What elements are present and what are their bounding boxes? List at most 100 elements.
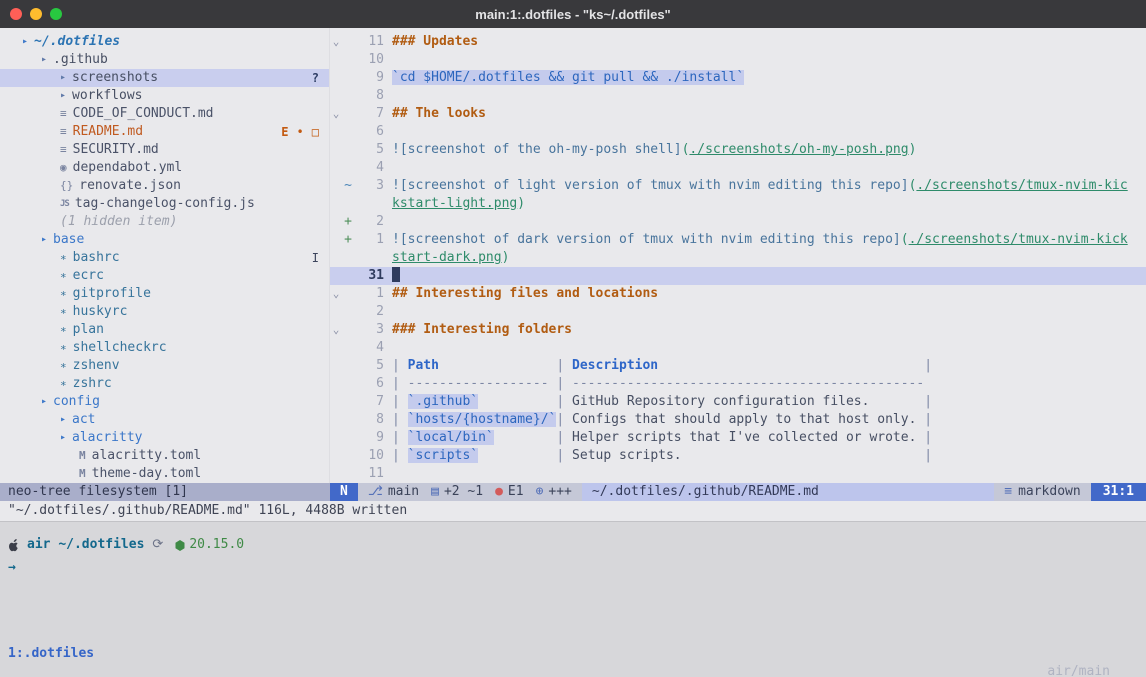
- editor-line[interactable]: 9| `local/bin` | Helper scripts that I'v…: [330, 429, 1146, 447]
- tree-item-act[interactable]: ▸act: [0, 411, 329, 429]
- editor-line[interactable]: ~3![screenshot of light version of tmux …: [330, 177, 1146, 195]
- text-segment: |: [392, 358, 408, 373]
- editor-line[interactable]: 4: [330, 159, 1146, 177]
- tree-item-github[interactable]: ▸.github: [0, 51, 329, 69]
- tree-item-renovate-json[interactable]: {}renovate.json: [0, 177, 329, 195]
- shell-prompt: air ~/.dotfiles ⟳ 20.15.0: [8, 536, 1138, 554]
- close-button[interactable]: [10, 8, 22, 20]
- editor-line[interactable]: 6| ------------------ | ----------------…: [330, 375, 1146, 393]
- sync-icon: ⟳: [152, 536, 163, 554]
- line-content: ## Interesting files and locations: [392, 285, 1146, 303]
- tree-item-base[interactable]: ▸base: [0, 231, 329, 249]
- nodejs-icon: [175, 540, 185, 551]
- line-content: ### Interesting folders: [392, 321, 1146, 339]
- editor-line[interactable]: 7| `.github` | GitHub Repository configu…: [330, 393, 1146, 411]
- tree-item-1-hidden-item[interactable]: (1 hidden item): [0, 213, 329, 231]
- git-diff: ▤+2 ~1: [431, 483, 483, 501]
- tree-item-huskyrc[interactable]: ∗huskyrc: [0, 303, 329, 321]
- git-sign: [342, 411, 354, 429]
- tree-item-ecrc[interactable]: ∗ecrc: [0, 267, 329, 285]
- tree-item-screenshots[interactable]: ▸screenshots?: [0, 69, 329, 87]
- editor-line[interactable]: 2: [330, 303, 1146, 321]
- tree-item-tag-changelog-config-js[interactable]: JStag-changelog-config.js: [0, 195, 329, 213]
- fold-marker: [330, 123, 342, 141]
- text-segment: ![screenshot of the oh-my-posh shell]: [392, 142, 682, 157]
- prompt-hostname: air: [27, 536, 50, 554]
- tree-item-config[interactable]: ▸config: [0, 393, 329, 411]
- tree-item-workflows[interactable]: ▸workflows: [0, 87, 329, 105]
- editor-line[interactable]: 11: [330, 465, 1146, 483]
- tree-item-gitprofile[interactable]: ∗gitprofile: [0, 285, 329, 303]
- neotree-sidebar: ▸~/.dotfiles▸.github▸screenshots?▸workfl…: [0, 28, 330, 483]
- editor-line[interactable]: 8: [330, 87, 1146, 105]
- text-segment: ): [909, 142, 917, 157]
- tree-item-security-md[interactable]: ≡SECURITY.md: [0, 141, 329, 159]
- tree-item-label: bashrc: [73, 249, 120, 267]
- tree-item-label: alacritty.toml: [92, 447, 202, 465]
- editor-line[interactable]: 5![screenshot of the oh-my-posh shell](.…: [330, 141, 1146, 159]
- tree-item-dotfiles[interactable]: ▸~/.dotfiles: [0, 33, 329, 51]
- line-content: [392, 123, 1146, 141]
- editor-line[interactable]: +2: [330, 213, 1146, 231]
- tree-item-label: tag-changelog-config.js: [75, 195, 255, 213]
- zoom-button[interactable]: [50, 8, 62, 20]
- tree-item-bashrc[interactable]: ∗bashrcI: [0, 249, 329, 267]
- fold-marker: [330, 357, 342, 375]
- tree-item-label: alacritty: [72, 429, 142, 447]
- tree-item-readme-md[interactable]: ≡README.mdE•□: [0, 123, 329, 141]
- line-content: | `.github` | GitHub Repository configur…: [392, 393, 1146, 411]
- line-content: start-dark.png): [392, 249, 1146, 267]
- editor-line[interactable]: 4: [330, 339, 1146, 357]
- tree-item-code-of-conduct-md[interactable]: ≡CODE_OF_CONDUCT.md: [0, 105, 329, 123]
- shell-file-icon: ∗: [60, 321, 67, 339]
- editor-line[interactable]: ⌄7## The looks: [330, 105, 1146, 123]
- editor-line[interactable]: +1![screenshot of dark version of tmux w…: [330, 231, 1146, 249]
- editor-line[interactable]: 6: [330, 123, 1146, 141]
- text-segment: |: [392, 430, 408, 445]
- editor-buffer[interactable]: ⌄11### Updates109 `cd $HOME/.dotfiles && …: [330, 28, 1146, 483]
- tree-item-alacritty[interactable]: ▸alacritty: [0, 429, 329, 447]
- line-number: 8: [354, 87, 384, 105]
- line-number: 1: [354, 285, 384, 303]
- modified-dot-badge: •: [297, 123, 304, 141]
- statusline-filepath: ~/.dotfiles/.github/README.md: [582, 483, 994, 501]
- line-number: 9: [354, 69, 384, 87]
- tree-item-plan[interactable]: ∗plan: [0, 321, 329, 339]
- toml-file-icon: M: [79, 465, 86, 483]
- editor-line[interactable]: ⌄3### Interesting folders: [330, 321, 1146, 339]
- tmux-pane-shell[interactable]: air ~/.dotfiles ⟳ 20.15.0 → 1:.dotfiles …: [0, 521, 1146, 677]
- fold-marker: [330, 177, 342, 195]
- editor-line[interactable]: start-dark.png): [330, 249, 1146, 267]
- text-segment: `scripts`: [408, 448, 478, 463]
- editor-line[interactable]: 5| Path | Description |: [330, 357, 1146, 375]
- tree-item-label: ecrc: [73, 267, 104, 285]
- tree-item-alacritty-toml[interactable]: Malacritty.toml: [0, 447, 329, 465]
- filetype-label: markdown: [1018, 483, 1081, 501]
- editor-line[interactable]: 10| `scripts` | Setup scripts. |: [330, 447, 1146, 465]
- line-content: [392, 159, 1146, 177]
- tmux-window-item[interactable]: 1:.dotfiles: [8, 645, 94, 663]
- tree-item-shellcheckrc[interactable]: ∗shellcheckrc: [0, 339, 329, 357]
- tree-item-zshenv[interactable]: ∗zshenv: [0, 357, 329, 375]
- tree-item-dependabot-yml[interactable]: ◉dependabot.yml: [0, 159, 329, 177]
- editor-line[interactable]: 10: [330, 51, 1146, 69]
- tree-item-theme-day-toml[interactable]: Mtheme-day.toml: [0, 465, 329, 483]
- text-segment: |: [556, 412, 572, 427]
- text-segment: `cd $HOME/.dotfiles && git pull && ./ins…: [392, 70, 744, 85]
- editor-line[interactable]: ⌄1## Interesting files and locations: [330, 285, 1146, 303]
- editor-line[interactable]: ⌄11### Updates: [330, 33, 1146, 51]
- text-segment: Setup scripts.: [572, 448, 682, 463]
- editor-line[interactable]: 9 `cd $HOME/.dotfiles && git pull && ./in…: [330, 69, 1146, 87]
- git-sign: [342, 51, 354, 69]
- minimize-button[interactable]: [30, 8, 42, 20]
- text-segment: ## Interesting files and locations: [392, 286, 658, 301]
- tree-item-label: dependabot.yml: [73, 159, 183, 177]
- tree-item-zshrc[interactable]: ∗zshrc: [0, 375, 329, 393]
- line-number: 3: [354, 177, 384, 195]
- tmux-statusbar: 1:.dotfiles air/main TMUX: [0, 645, 1146, 663]
- diagnostics-errors: ●E1: [495, 483, 523, 501]
- text-segment: ): [517, 196, 525, 211]
- editor-line[interactable]: kstart-light.png): [330, 195, 1146, 213]
- editor-line[interactable]: 31: [330, 267, 1146, 285]
- editor-line[interactable]: 8| `hosts/{hostname}/`| Configs that sho…: [330, 411, 1146, 429]
